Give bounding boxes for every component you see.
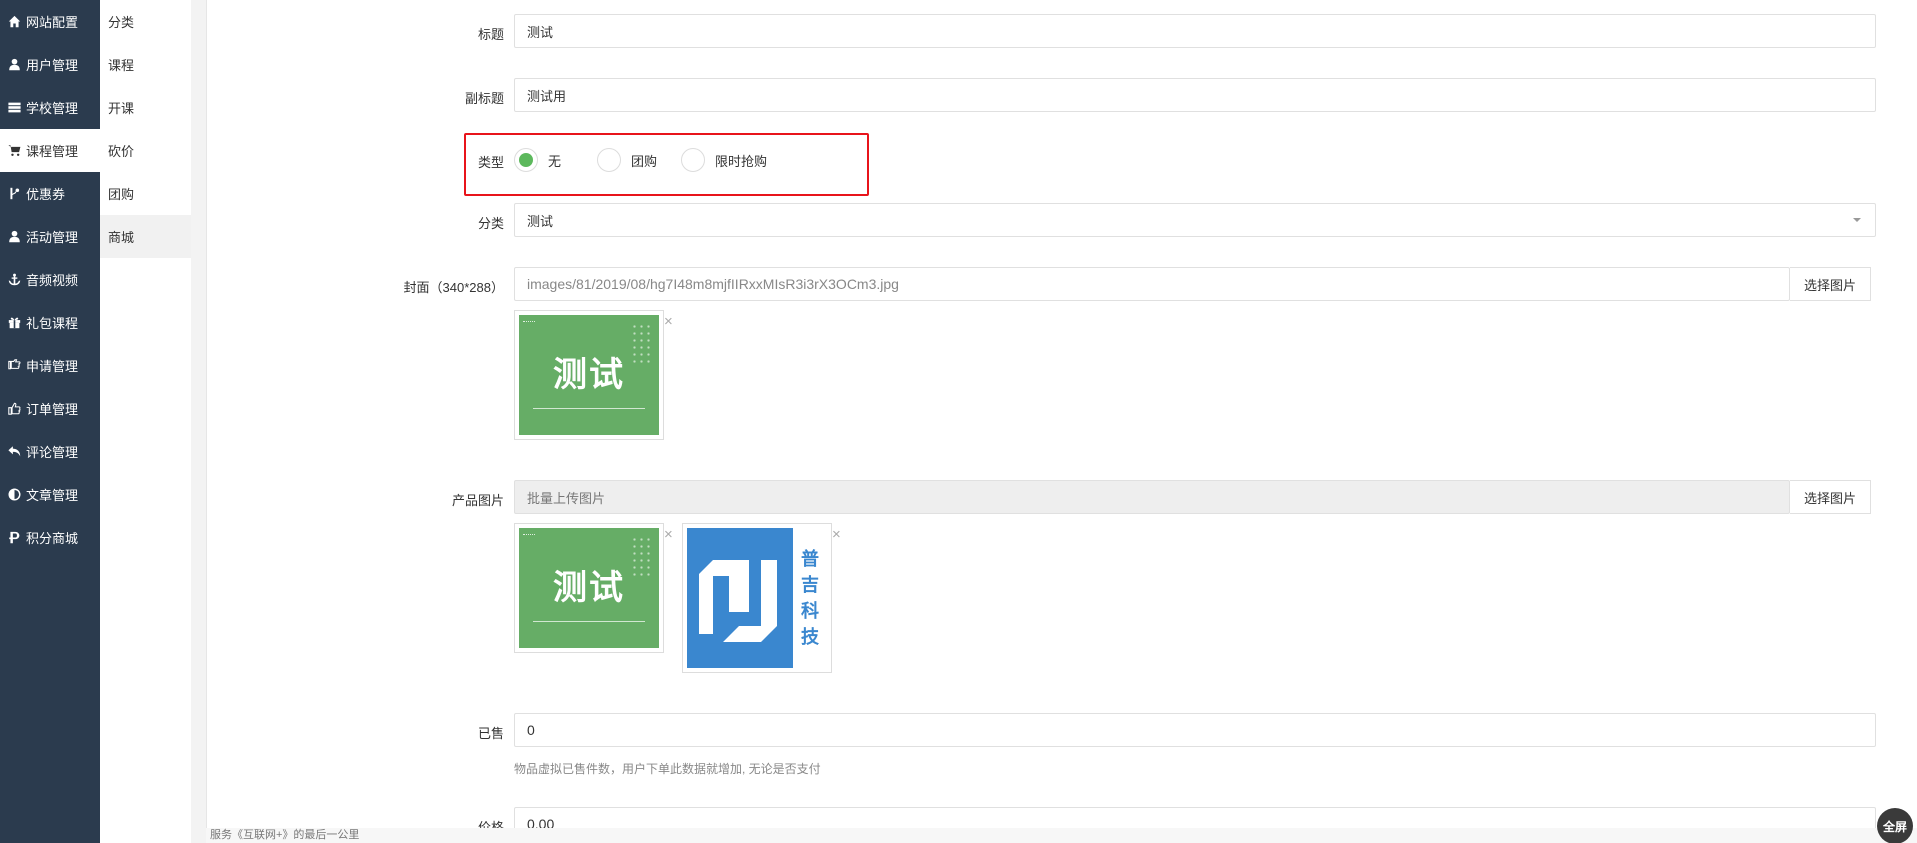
sold-label: 已售 xyxy=(477,726,504,741)
sidebar-item-label: 课程管理 xyxy=(26,144,79,159)
sold-input[interactable]: 0 xyxy=(514,713,1876,747)
decorative-line xyxy=(533,621,645,622)
cover-path-input[interactable]: images/81/2019/08/hg7I48m8mjfIIRxxMIsR3i… xyxy=(514,267,1790,301)
product-images-select-button[interactable]: 选择图片 xyxy=(1790,480,1871,514)
sidebar-item-orders[interactable]: 订单管理 xyxy=(0,387,100,430)
sidebar-item-label: 用户管理 xyxy=(26,58,79,73)
category-select-value: 测试 xyxy=(527,213,554,229)
sidebar-item-site-config[interactable]: 网站配置 xyxy=(0,0,100,43)
decorative-wave xyxy=(523,321,535,325)
sidebar-item-coupons[interactable]: 优惠券 xyxy=(0,172,100,215)
decorative-line xyxy=(533,408,645,409)
thumbs-up-icon xyxy=(7,402,21,416)
product-image-thumbnail: 测试 xyxy=(514,523,664,653)
product-images-input[interactable]: 批量上传图片 xyxy=(514,480,1790,514)
subtitle-input[interactable]: 测试用 xyxy=(514,78,1876,112)
product-image-2-logo: 普 吉 科 技 xyxy=(687,528,827,668)
sidebar-item-label: 文章管理 xyxy=(26,488,79,503)
category-label: 分类 xyxy=(477,216,504,231)
subtitle-label: 副标题 xyxy=(464,91,504,106)
sidebar-item-applications[interactable]: 申请管理 xyxy=(0,344,100,387)
sidebar-item-users[interactable]: 用户管理 xyxy=(0,43,100,86)
cover-thumbnail: 测试 xyxy=(514,310,664,440)
sidebar-item-articles[interactable]: 文章管理 xyxy=(0,473,100,516)
logo-char: 普 xyxy=(801,549,819,569)
submenu-item-category[interactable]: 分类 xyxy=(100,0,191,43)
cover-select-image-button[interactable]: 选择图片 xyxy=(1790,267,1871,301)
sub-menu: 分类 课程 开课 砍价 团购 商城 xyxy=(100,0,191,843)
footer-text: 服务《互联网+》的最后一公里 xyxy=(206,828,1917,843)
gift-icon xyxy=(7,316,21,330)
anchor-icon xyxy=(7,273,21,287)
sidebar-item-label: 优惠券 xyxy=(26,187,66,202)
content-gutter xyxy=(191,0,206,843)
submenu-item-course[interactable]: 课程 xyxy=(100,43,191,86)
sidebar-item-label: 评论管理 xyxy=(26,445,79,460)
server-icon xyxy=(7,101,21,115)
product-image-text: 测试 xyxy=(553,567,625,608)
logo-char: 吉 xyxy=(801,575,819,595)
sidebar-item-activities[interactable]: 活动管理 xyxy=(0,215,100,258)
sidebar-item-label: 网站配置 xyxy=(26,15,79,30)
sidebar-item-label: 申请管理 xyxy=(26,359,79,374)
sidebar-item-label: 积分商城 xyxy=(26,531,79,546)
category-select[interactable]: 测试 xyxy=(514,203,1876,237)
cart-icon xyxy=(7,144,21,158)
title-label: 标题 xyxy=(477,27,504,42)
cover-label: 封面（340*288） xyxy=(403,280,504,295)
ruble-icon xyxy=(7,531,21,545)
sidebar-item-points-mall[interactable]: 积分商城 xyxy=(0,516,100,559)
product-image-1: 测试 xyxy=(519,528,659,648)
sidebar-item-label: 活动管理 xyxy=(26,230,79,245)
logo-char: 科 xyxy=(801,601,819,621)
main-content: 标题 测试 副标题 测试用 类型 无 团购 限时抢购 分类 测试 封面（340*… xyxy=(206,0,1917,843)
sidebar-item-schools[interactable]: 学校管理 xyxy=(0,86,100,129)
adjust-icon xyxy=(7,488,21,502)
title-input[interactable]: 测试 xyxy=(514,14,1876,48)
user-icon xyxy=(7,58,21,72)
submenu-item-group-buy[interactable]: 团购 xyxy=(100,172,191,215)
branch-icon xyxy=(7,187,21,201)
chevron-down-icon xyxy=(1853,218,1861,222)
user-group-icon xyxy=(7,230,21,244)
sidebar-item-courses[interactable]: 课程管理 xyxy=(0,129,100,172)
sold-help-text: 物品虚拟已售件数，用户下单此数据就增加, 无论是否支付 xyxy=(514,762,821,776)
reply-icon xyxy=(7,445,21,459)
hand-pointer-icon xyxy=(7,359,21,373)
sidebar-item-comments[interactable]: 评论管理 xyxy=(0,430,100,473)
cover-remove-icon[interactable]: × xyxy=(664,313,673,330)
decorative-wave xyxy=(523,534,535,538)
product-image-remove-icon[interactable]: × xyxy=(664,526,673,543)
annotation-highlight-box xyxy=(464,133,869,196)
decorative-dots xyxy=(631,536,653,576)
sidebar-item-label: 礼包课程 xyxy=(26,316,79,331)
sidebar-item-label: 音频视频 xyxy=(26,273,79,288)
decorative-dots xyxy=(631,323,653,363)
product-image-remove-icon[interactable]: × xyxy=(832,526,841,543)
cover-image: 测试 xyxy=(519,315,659,435)
sidebar-item-media[interactable]: 音频视频 xyxy=(0,258,100,301)
main-sidebar: 网站配置 用户管理 学校管理 课程管理 优惠券 活动管理 音频视频 礼包课程 申… xyxy=(0,0,100,843)
logo-char: 技 xyxy=(801,627,819,647)
submenu-item-bargain[interactable]: 砍价 xyxy=(100,129,191,172)
logo-mark-icon xyxy=(699,560,777,642)
fullscreen-button[interactable]: 全屏 xyxy=(1877,808,1913,843)
sidebar-item-label: 学校管理 xyxy=(26,101,79,116)
home-icon xyxy=(7,15,21,29)
product-image-thumbnail: 普 吉 科 技 xyxy=(682,523,832,673)
product-images-label: 产品图片 xyxy=(451,493,504,508)
submenu-item-mall[interactable]: 商城 xyxy=(100,215,191,258)
sidebar-item-gift-courses[interactable]: 礼包课程 xyxy=(0,301,100,344)
cover-image-text: 测试 xyxy=(553,354,625,395)
sidebar-item-label: 订单管理 xyxy=(26,402,79,417)
submenu-item-open-course[interactable]: 开课 xyxy=(100,86,191,129)
logo-text-column: 普 吉 科 技 xyxy=(793,528,827,668)
